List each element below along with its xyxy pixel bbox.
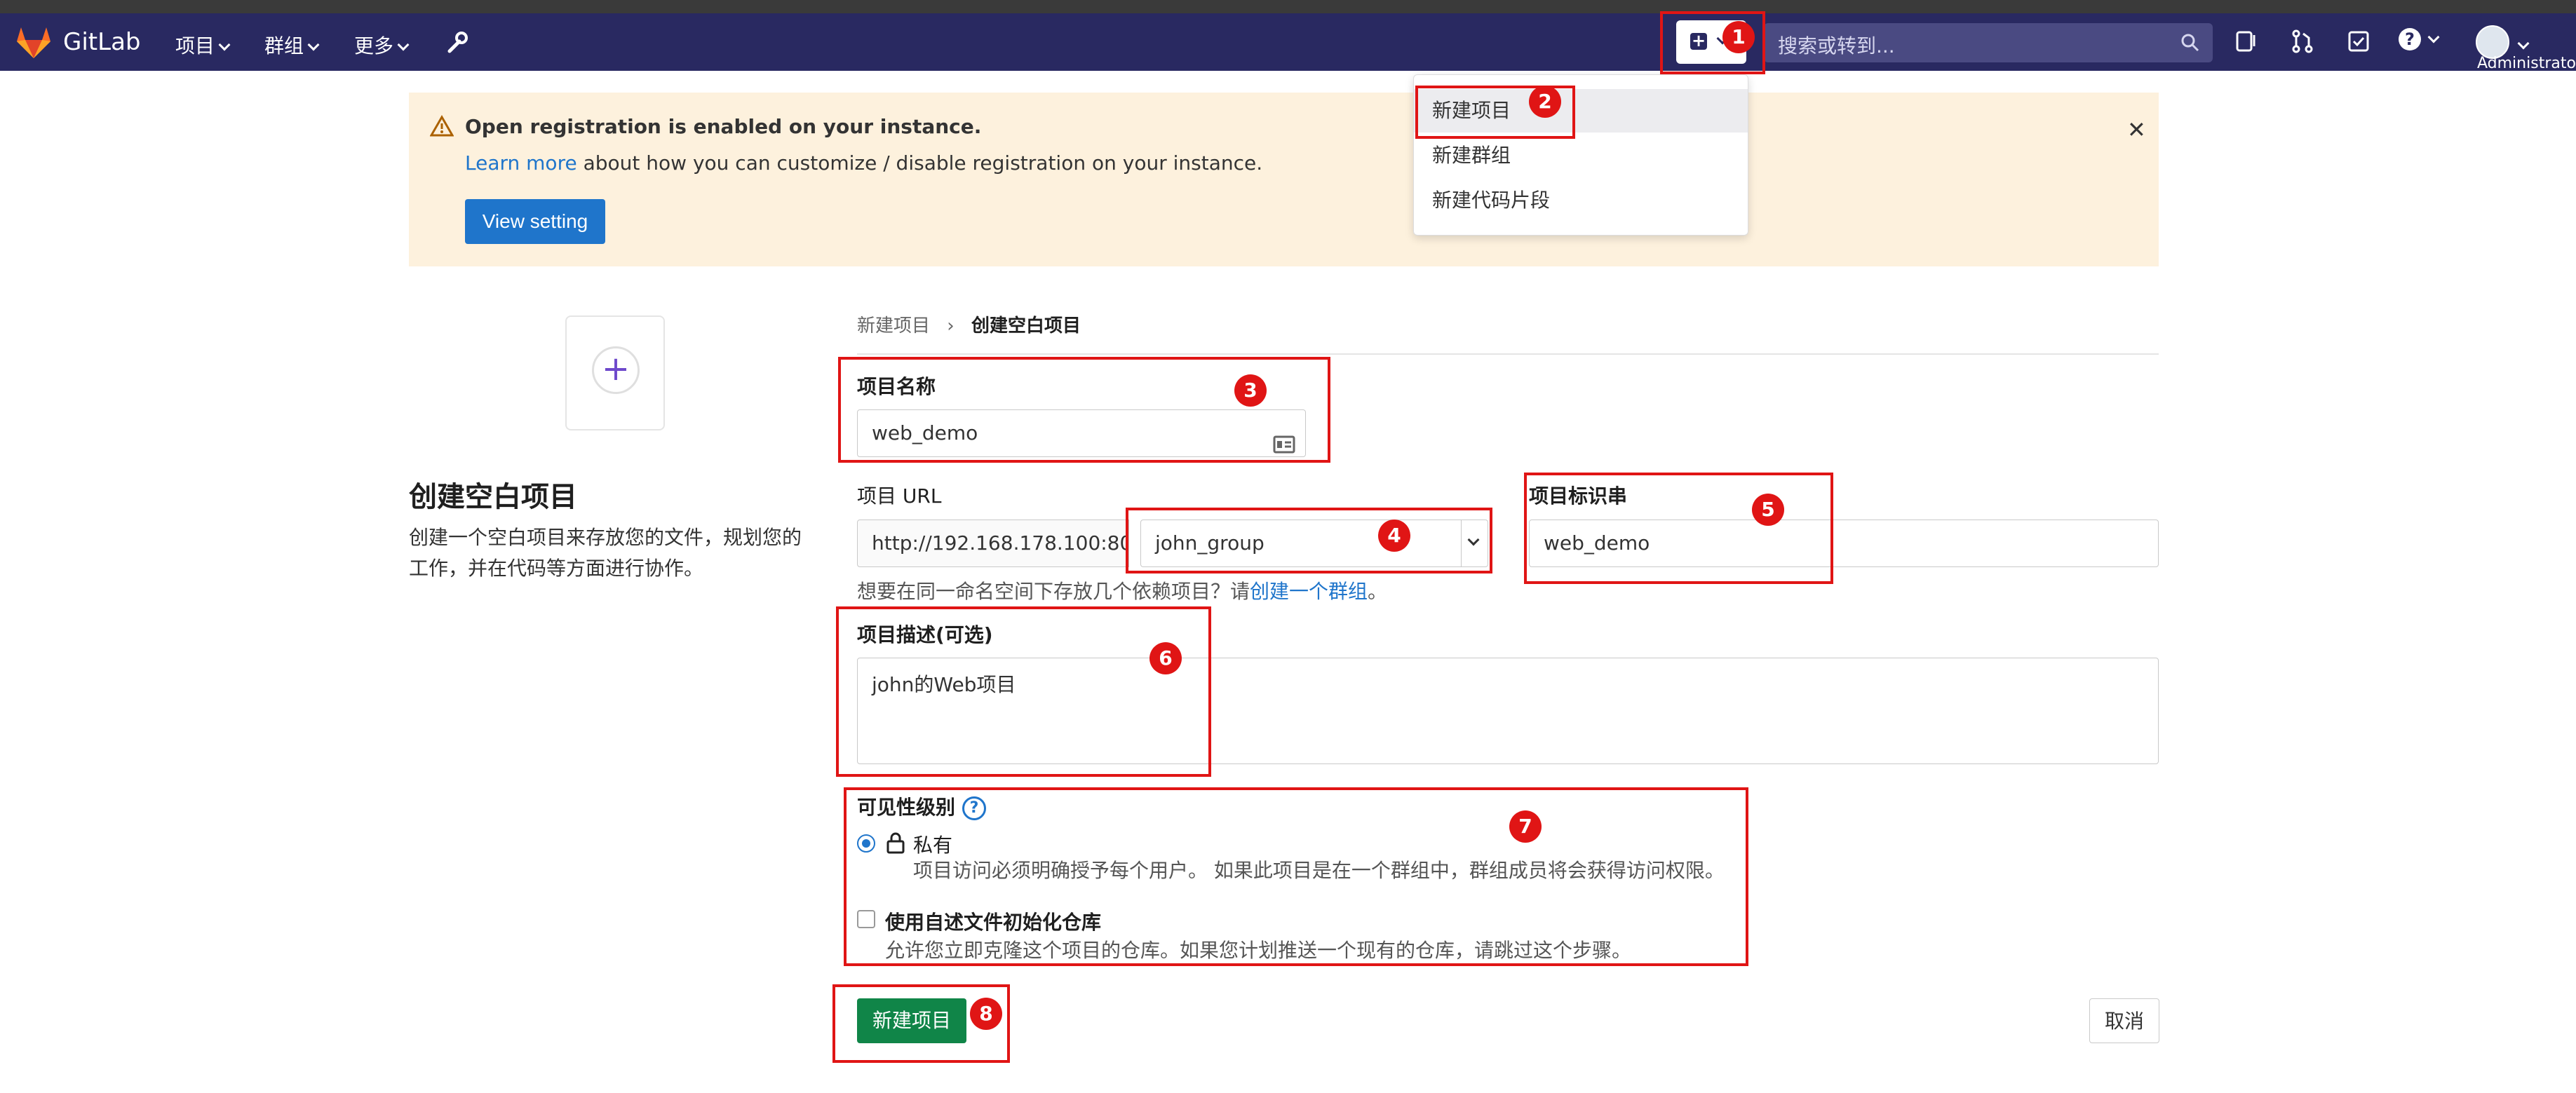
search-icon	[2180, 33, 2200, 55]
help-icon[interactable]: ?	[2399, 28, 2440, 50]
annotation-badge-5: 5	[1752, 494, 1784, 526]
nav-menu-label: 群组	[264, 34, 304, 57]
annotation-badge-2: 2	[1529, 86, 1561, 118]
search-placeholder: 搜索或转到...	[1778, 34, 1895, 57]
panel-title: 创建空白项目	[409, 481, 577, 513]
gitlab-logo-icon[interactable]	[15, 26, 52, 61]
annotation-box-7	[844, 787, 1748, 966]
avatar	[2476, 25, 2509, 59]
chevron-down-icon	[397, 39, 410, 51]
search-box[interactable]: 搜索或转到...	[1764, 23, 2213, 62]
url-prefix: http://192.168.178.100:8099/	[857, 520, 1129, 567]
brand-name[interactable]: GitLab	[63, 28, 140, 56]
annotation-badge-8: 8	[970, 998, 1002, 1030]
nav-menu-label: 项目	[175, 34, 215, 57]
merge-request-icon[interactable]	[2291, 29, 2314, 56]
nav-menu-label: 更多	[354, 34, 394, 57]
warning-icon	[429, 114, 454, 140]
alert-body-text: about how you can customize / disable re…	[576, 151, 1263, 175]
wrench-icon[interactable]	[444, 30, 469, 58]
breadcrumb-parent[interactable]: 新建项目	[857, 315, 930, 337]
todo-icon[interactable]	[2347, 29, 2371, 56]
chevron-down-icon	[2427, 31, 2440, 43]
plus-icon: +	[592, 346, 640, 394]
chevron-down-icon	[2517, 37, 2530, 50]
annotation-box-5	[1524, 473, 1833, 584]
nav-menu-more[interactable]: 更多	[354, 31, 410, 59]
group-hint: 想要在同一命名空间下存放几个依赖项目？请创建一个群组。	[857, 576, 1387, 604]
create-group-link[interactable]: 创建一个群组	[1250, 580, 1368, 603]
chevron-right-icon: ›	[947, 315, 955, 337]
breadcrumb-current: 创建空白项目	[971, 315, 1081, 337]
project-url-label: 项目 URL	[857, 484, 942, 508]
issues-icon[interactable]	[2234, 29, 2258, 56]
window-top-strip	[0, 0, 2576, 13]
cancel-button[interactable]: 取消	[2089, 998, 2159, 1043]
group-hint-text: 想要在同一命名空间下存放几个依赖项目？请	[857, 580, 1250, 603]
annotation-box-3	[838, 357, 1330, 463]
annotation-badge-6: 6	[1149, 642, 1182, 674]
annotation-box-6	[836, 606, 1211, 777]
blank-project-card: +	[565, 315, 665, 430]
alert-body: Learn more about how you can customize /…	[465, 151, 1262, 175]
dropdown-item-new-snippet[interactable]: 新建代码片段	[1414, 179, 1748, 222]
registration-alert: Open registration is enabled on your ins…	[409, 93, 2159, 266]
user-name: Administrator	[2477, 55, 2576, 72]
close-icon[interactable]: ✕	[2127, 116, 2146, 143]
panel-description: 创建一个空白项目来存放您的文件，规划您的工作，并在代码等方面进行协作。	[409, 526, 802, 580]
annotation-badge-4: 4	[1378, 520, 1410, 552]
breadcrumb: 新建项目 › 创建空白项目	[857, 311, 1081, 337]
divider	[857, 353, 2159, 355]
chevron-down-icon	[218, 39, 231, 51]
annotation-badge-3: 3	[1234, 374, 1267, 407]
nav-menu-groups[interactable]: 群组	[264, 31, 320, 59]
annotation-badge-7: 7	[1509, 810, 1542, 843]
alert-title: Open registration is enabled on your ins…	[465, 115, 982, 138]
dropdown-item-new-group[interactable]: 新建群组	[1414, 134, 1748, 177]
annotation-badge-1: 1	[1722, 21, 1755, 53]
chevron-down-icon	[307, 39, 320, 51]
nav-menu-projects[interactable]: 项目	[175, 31, 231, 59]
group-hint-end: 。	[1368, 580, 1388, 603]
annotation-box-4	[1126, 508, 1492, 573]
learn-more-link[interactable]: Learn more	[465, 151, 577, 175]
view-setting-button[interactable]: View setting	[465, 199, 605, 244]
